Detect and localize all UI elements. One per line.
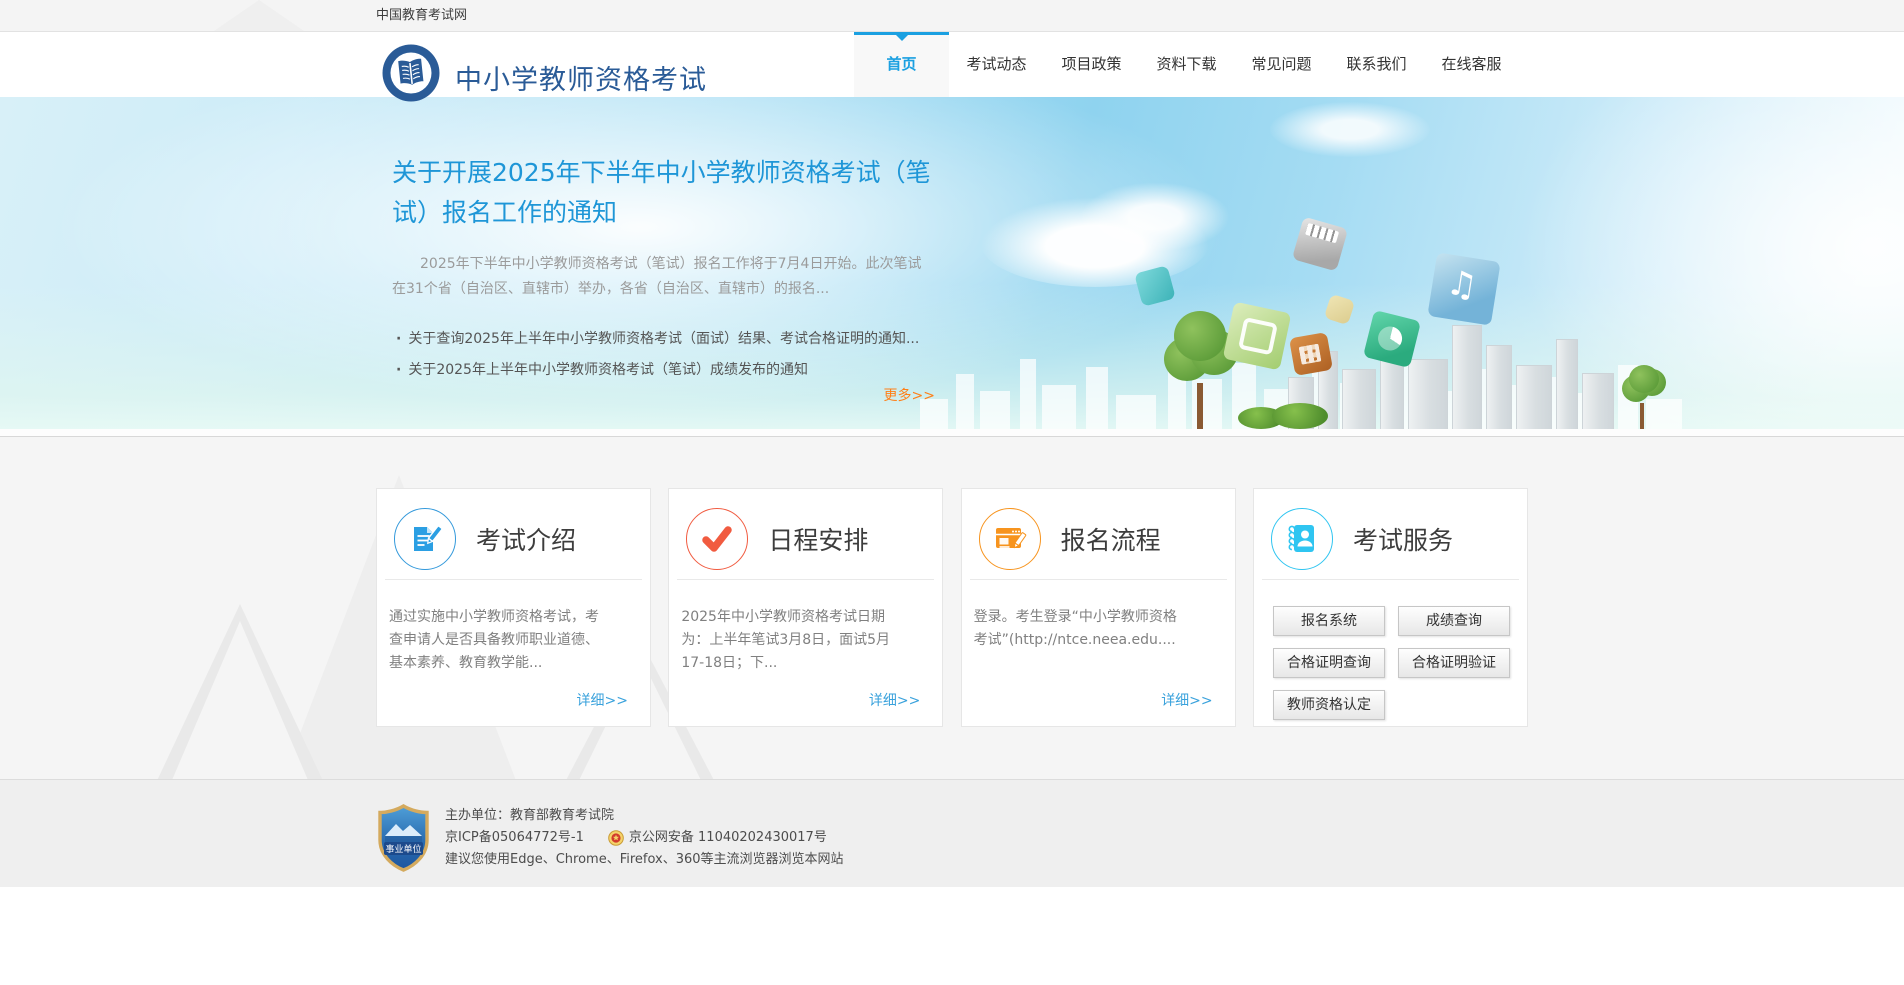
svg-text:事业单位: 事业单位: [385, 843, 421, 855]
card-schedule: 日程安排 2025年中小学教师资格考试日期 为：上半年笔试3月8日，面试5月 1…: [668, 488, 943, 727]
nav-item-service[interactable]: 在线客服: [1424, 32, 1519, 97]
service-button-scores[interactable]: 成绩查询: [1398, 606, 1510, 636]
banner-summary: 2025年下半年中小学教师资格考试（笔试）报名工作将于7月4日开始。此次笔试在3…: [392, 252, 924, 302]
topbar: 中国教育考试网: [0, 0, 1904, 32]
bush-decoration: [1272, 403, 1328, 429]
footer-organizer: 主办单位：教育部教育考试院: [445, 805, 844, 827]
service-button-cert-verify[interactable]: 合格证明验证: [1398, 648, 1510, 678]
services-icon: [1271, 508, 1333, 570]
card-registration-flow: 报名流程 登录。考生登录“中小学教师资格 考试”(http://ntce.nee…: [961, 488, 1236, 727]
page-bottom-space: [0, 887, 1904, 983]
main-nav: 首页 考试动态 项目政策 资料下载 常见问题 联系我们 在线客服: [854, 32, 1519, 97]
detail-link[interactable]: 详细>>: [869, 690, 920, 710]
header: 中小学教师资格考试 首页 考试动态 项目政策 资料下载 常见问题 联系我们 在线…: [0, 32, 1904, 97]
ground-decoration: [0, 429, 1904, 436]
notice-link[interactable]: ·关于查询2025年上半年中小学教师资格考试（面试）结果、考试合格证明的通知..…: [396, 324, 919, 355]
card-exam-services: 考试服务 报名系统成绩查询合格证明查询合格证明验证教师资格认定: [1253, 488, 1528, 727]
cube-decoration: [1292, 217, 1348, 272]
police-badge-icon: [608, 830, 624, 846]
registration-icon: [979, 508, 1041, 570]
card-exam-intro: 考试介绍 通过实施中小学教师资格考试，考 查申请人是否具备教师职业道德、 基本素…: [376, 488, 651, 727]
card-title: 报名流程: [1061, 521, 1161, 557]
card-body: 通过实施中小学教师资格考试，考 查申请人是否具备教师职业道德、 基本素养、教育教…: [389, 606, 630, 675]
exam-intro-icon: [394, 508, 456, 570]
card-body: 登录。考生登录“中小学教师资格 考试”(http://ntce.neea.edu…: [974, 606, 1215, 652]
footer-police[interactable]: 京公网安备 11040202430017号: [629, 827, 827, 849]
site-title: 中小学教师资格考试: [455, 58, 707, 97]
cube-decoration: [1223, 302, 1292, 371]
banner-headline[interactable]: 关于开展2025年下半年中小学教师资格考试（笔试）报名工作的通知: [392, 153, 937, 233]
cube-decoration: [1427, 252, 1500, 325]
watermark-triangle: [214, 0, 304, 31]
nav-item-news[interactable]: 考试动态: [949, 32, 1044, 97]
schedule-check-icon: [686, 508, 748, 570]
nav-item-home[interactable]: 首页: [854, 32, 949, 97]
nav-item-policy[interactable]: 项目政策: [1044, 32, 1139, 97]
nav-item-downloads[interactable]: 资料下载: [1139, 32, 1234, 97]
cloud-decoration: [1270, 102, 1430, 157]
site-logo-icon[interactable]: [381, 43, 441, 103]
tree-decoration: [1618, 365, 1668, 429]
nav-item-faq[interactable]: 常见问题: [1234, 32, 1329, 97]
detail-link[interactable]: 详细>>: [1161, 690, 1212, 710]
detail-link[interactable]: 详细>>: [577, 690, 628, 710]
more-link[interactable]: 更多>>: [884, 388, 935, 404]
nav-item-contact[interactable]: 联系我们: [1329, 32, 1424, 97]
cloud-decoration: [1080, 182, 1230, 252]
notice-link[interactable]: ·关于2025年上半年中小学教师资格考试（笔试）成绩发布的通知: [396, 355, 919, 386]
service-button-signup[interactable]: 报名系统: [1273, 606, 1385, 636]
card-body: 2025年中小学教师资格考试日期 为：上半年笔试3月8日，面试5月 17-18日…: [681, 606, 922, 675]
service-button-cert-query[interactable]: 合格证明查询: [1273, 648, 1385, 678]
cube-decoration: [1289, 332, 1333, 376]
hero-banner: 关于开展2025年下半年中小学教师资格考试（笔试）报名工作的通知 2025年下半…: [0, 97, 1904, 437]
institution-badge-icon: 事业单位: [377, 804, 430, 872]
footer: 事业单位 主办单位：教育部教育考试院 京ICP备05064772号-1 京公网安…: [0, 779, 1904, 887]
topbar-site-link[interactable]: 中国教育考试网: [376, 8, 467, 23]
city-buildings: [1288, 319, 1618, 429]
footer-browser-tip: 建议您使用Edge、Chrome、Firefox、360等主流浏览器浏览本网站: [445, 849, 844, 871]
card-title: 日程安排: [768, 521, 868, 557]
footer-icp[interactable]: 京ICP备05064772号-1: [445, 827, 584, 849]
service-button-teacher-cert[interactable]: 教师资格认定: [1273, 690, 1385, 720]
card-title: 考试服务: [1353, 521, 1453, 557]
card-title: 考试介绍: [476, 521, 576, 557]
notice-list: ·关于查询2025年上半年中小学教师资格考试（面试）结果、考试合格证明的通知..…: [396, 324, 919, 386]
features-section: 考试介绍 通过实施中小学教师资格考试，考 查申请人是否具备教师职业道德、 基本素…: [0, 437, 1904, 779]
